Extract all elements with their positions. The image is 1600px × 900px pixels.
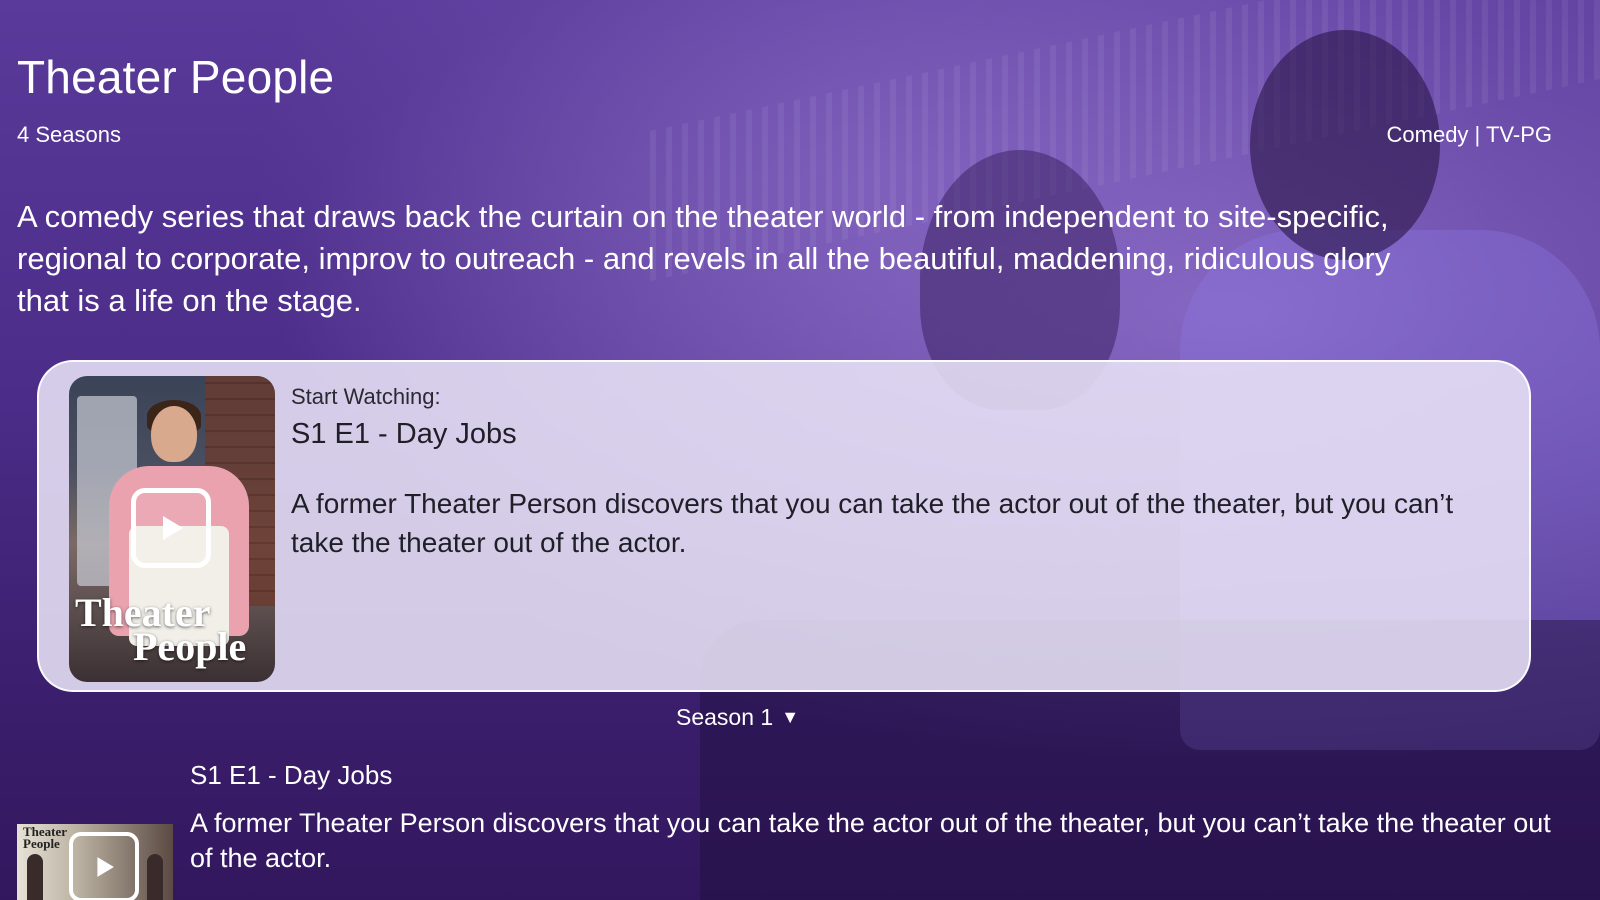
chevron-down-icon: ▼	[781, 707, 800, 727]
episode-title: S1 E1 - Day Jobs	[190, 760, 393, 790]
thumb-figure	[27, 854, 43, 900]
thumb-logo-line2: People	[23, 836, 60, 851]
season-dropdown[interactable]: Season 1 ▼	[676, 704, 799, 731]
episode-poster[interactable]: Theater People	[69, 376, 275, 682]
show-title: Theater People	[17, 51, 335, 103]
featured-episode-title: S1 E1 - Day Jobs	[291, 418, 517, 450]
play-icon	[163, 516, 183, 540]
episode-list-item[interactable]: S1 E1 - Day Jobs A former Theater Person…	[0, 756, 1600, 900]
play-icon	[97, 857, 114, 877]
show-detail-screen: Theater People 4 Seasons Comedy | TV-PG …	[0, 0, 1600, 900]
thumb-logo: Theater People	[23, 825, 67, 851]
episode-description: A former Theater Person discovers that y…	[190, 808, 1551, 873]
play-button[interactable]	[131, 488, 211, 568]
season-dropdown-label: Season 1	[676, 704, 774, 730]
genre-rating: Comedy | TV-PG	[1386, 122, 1552, 147]
start-watching-card[interactable]: Theater People Start Watching: S1 E1 - D…	[37, 360, 1531, 692]
season-count: 4 Seasons	[17, 122, 121, 147]
episode-thumbnail[interactable]: Theater People	[17, 824, 173, 900]
poster-logo-line2: People	[133, 624, 247, 669]
poster-logo: Theater People	[69, 593, 275, 669]
poster-figure-head	[151, 406, 197, 462]
show-description: A comedy series that draws back the curt…	[17, 199, 1391, 318]
featured-episode-description: A former Theater Person discovers that y…	[291, 488, 1454, 558]
start-watching-label: Start Watching:	[291, 384, 441, 409]
thumb-figure	[147, 854, 163, 900]
thumb-play-button[interactable]	[69, 832, 139, 900]
